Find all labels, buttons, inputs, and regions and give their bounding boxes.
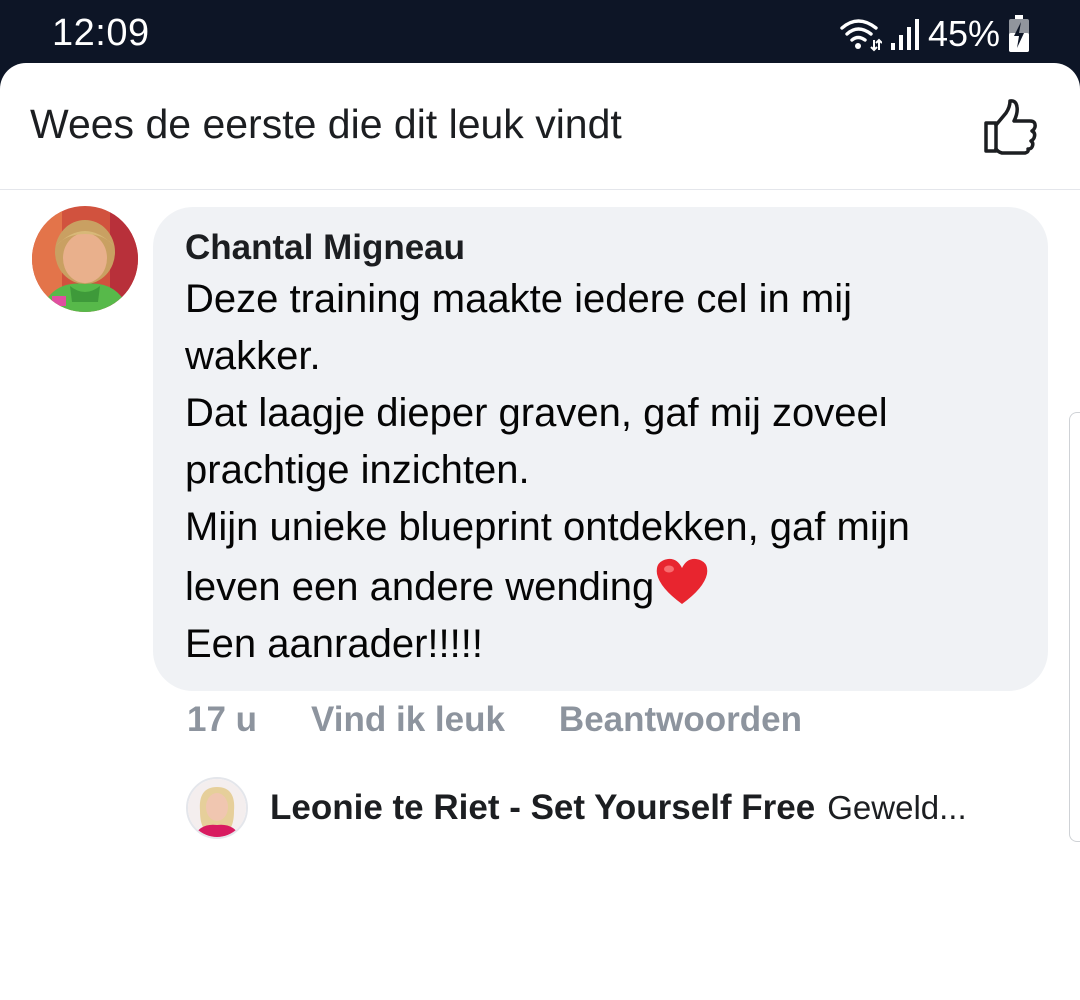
comment-text: leven een andere wending <box>185 565 655 609</box>
comment-bubble[interactable]: Chantal Migneau Deze training maakte ied… <box>153 207 1048 691</box>
commenter-name[interactable]: Chantal Migneau <box>185 227 1016 271</box>
comment-text-line: wakker. <box>185 334 321 378</box>
battery-charging-icon <box>1009 15 1029 52</box>
status-icons: 45% <box>838 12 1030 56</box>
battery-percent: 45% <box>927 13 1000 54</box>
reply-preview[interactable]: Leonie te Riet - Set Yourself Free Gewel… <box>186 777 967 839</box>
reply-text-preview: Geweld... <box>827 789 967 826</box>
scroll-handle[interactable] <box>1069 412 1080 842</box>
comment-text-line: Een aanrader!!!!! <box>185 622 483 666</box>
commenter-avatar[interactable] <box>32 206 138 312</box>
reply-author-name[interactable]: Leonie te Riet - Set Yourself Free <box>270 788 815 828</box>
comment-text-line: Mijn unieke blueprint ontdekken, gaf mij… <box>185 505 910 549</box>
comment-text-line-with-emoji: leven een andere wending <box>185 556 1016 616</box>
comment-text-line: prachtige inzichten. <box>185 448 530 492</box>
thumbs-up-icon[interactable] <box>982 97 1040 155</box>
status-bar: 12:09 45% <box>0 0 1080 66</box>
comments-sheet: Wees de eerste die dit leuk vindt Chanta… <box>0 63 1080 1000</box>
sheet-header: Wees de eerste die dit leuk vindt <box>0 63 1080 190</box>
comment-timestamp[interactable]: 17 u <box>187 695 257 745</box>
reply-button[interactable]: Beantwoorden <box>559 695 802 745</box>
wifi-icon <box>840 19 882 52</box>
reactions-summary[interactable]: Wees de eerste die dit leuk vindt <box>30 101 622 148</box>
comment-text-line: Dat laagje dieper graven, gaf mij zoveel <box>185 391 888 435</box>
like-button[interactable]: Vind ik leuk <box>311 695 505 745</box>
signal-icon <box>890 19 919 50</box>
comment-actions: 17 u Vind ik leuk Beantwoorden <box>187 695 802 745</box>
red-heart-icon <box>656 558 708 604</box>
comment-text-line: Deze training maakte iedere cel in mij <box>185 277 852 321</box>
status-time: 12:09 <box>52 12 150 54</box>
reply-author-avatar[interactable] <box>186 777 248 839</box>
